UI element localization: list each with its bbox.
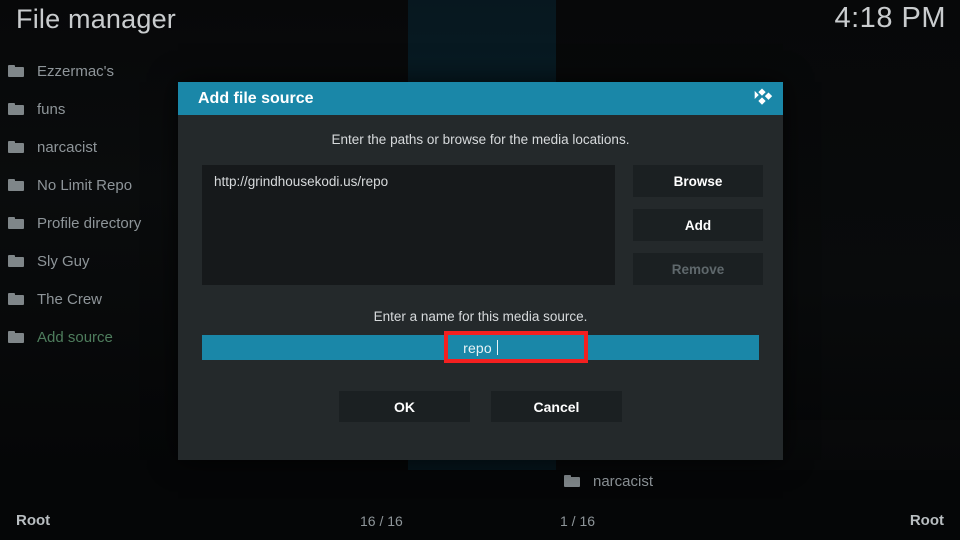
- folder-icon: [8, 292, 24, 306]
- left-status-path: Root: [16, 512, 51, 529]
- ok-button[interactable]: OK: [339, 391, 470, 422]
- dialog-title: Add file source: [198, 89, 314, 107]
- left-list-item-label: Profile directory: [37, 214, 142, 232]
- browse-button[interactable]: Browse: [633, 165, 763, 197]
- folder-icon: [8, 216, 24, 230]
- right-list-item[interactable]: narcacist: [556, 466, 653, 496]
- paths-hint: Enter the paths or browse for the media …: [331, 132, 630, 147]
- text-caret: [496, 340, 498, 355]
- right-status-count: 1 / 16: [560, 513, 596, 529]
- left-list-item-label: No Limit Repo: [37, 176, 133, 194]
- folder-icon: [8, 140, 24, 154]
- left-list-item-label: Ezzermac's: [37, 62, 115, 80]
- clock: 4:18 PM: [834, 2, 946, 34]
- source-name-input[interactable]: repo: [202, 331, 759, 363]
- folder-icon: [8, 64, 24, 78]
- paths-row: http://grindhousekodi.us/repo Browse Add R…: [202, 165, 763, 285]
- name-hint: Enter a name for this media source.: [373, 309, 588, 324]
- dialog-header: Add file source: [178, 82, 783, 115]
- left-list-item-label: narcacist: [37, 138, 98, 156]
- page-title: File manager: [16, 4, 176, 34]
- dialog-body: Enter the paths or browse for the media …: [178, 115, 783, 460]
- kodi-logo-icon: [754, 87, 773, 105]
- path-entry[interactable]: http://grindhousekodi.us/repo: [214, 174, 603, 189]
- left-list-item-label: Sly Guy: [37, 252, 90, 270]
- source-name-value: repo: [463, 339, 492, 356]
- left-list-item-label: Add source: [37, 328, 113, 346]
- add-file-source-dialog: Add file source Enter the paths or brows…: [178, 82, 783, 460]
- folder-icon: [8, 178, 24, 192]
- folder-icon: [8, 102, 24, 116]
- right-status-path: Root: [909, 512, 944, 529]
- right-list-item-label: narcacist: [593, 472, 654, 490]
- folder-icon: [8, 330, 24, 344]
- kodi-file-manager-screen: File manager 4:18 PM Ezzermac's funs narca…: [0, 0, 960, 540]
- add-button[interactable]: Add: [633, 209, 763, 241]
- remove-button: Remove: [633, 253, 763, 285]
- paths-side-buttons: Browse Add Remove: [633, 165, 763, 285]
- cancel-button[interactable]: Cancel: [491, 391, 622, 422]
- folder-icon: [564, 474, 580, 488]
- dialog-actions: OK Cancel: [178, 391, 783, 422]
- left-list-item-label: funs: [37, 100, 66, 118]
- left-status-count: 16 / 16: [360, 513, 403, 529]
- paths-listbox[interactable]: http://grindhousekodi.us/repo: [202, 165, 615, 285]
- folder-icon: [8, 254, 24, 268]
- left-list-item-label: The Crew: [37, 290, 103, 308]
